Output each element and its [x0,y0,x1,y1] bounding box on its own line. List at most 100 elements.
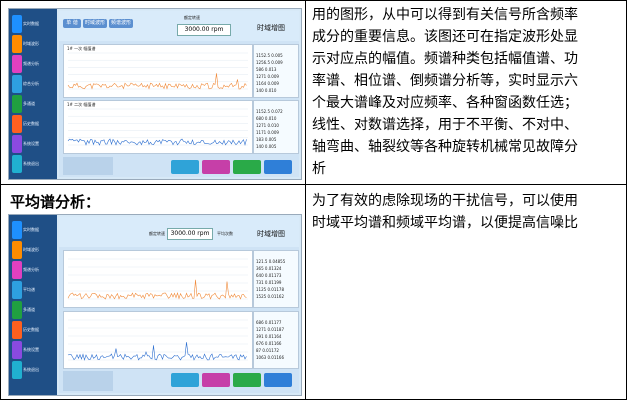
table-row-divider [0,184,627,185]
sidebar-label-1: 时域波形 [23,41,39,46]
avg-label: 平均次数 [217,231,233,236]
button-2-3[interactable] [233,373,261,387]
peak-row: 640 0.01173 [256,273,282,278]
peak-row: 680 0.010 [256,116,277,121]
peak-row: 1152.5 0.005 [256,53,283,58]
spectrum-trace [67,342,247,361]
peak-row: 87 0.01172 [256,348,279,353]
screenshot-top-bar-2: 额定转速 3000.00 rpm 平均次数 时域增图 [59,217,299,247]
screenshot-main: 单 谐 时域波形 频谱波形 额定转速 3000.00 rpm 时域增图 1# 一… [59,11,299,177]
peak-table-lower: 1152.5 0.072 680 0.010 1271 0.010 1171 0.00… [253,100,299,154]
sidebar-label-0: 实时数据 [23,21,39,26]
sidebar-label-5: 历史数据 [23,121,39,126]
sidebar-icon-5[interactable] [12,115,22,133]
peak-row: 1171 0.009 [256,130,279,135]
sidebar-label-3: 平均谱 [23,287,35,292]
sidebar-label-4: 多通道 [23,101,35,106]
sidebar-icon-1[interactable] [12,241,22,259]
peak-row: 676 0.01166 [256,341,282,346]
sidebar-label-2: 频谱分析 [23,61,39,66]
mode-title: 时域增图 [257,24,285,32]
table-border-left [0,0,1,400]
sidebar-icon-3[interactable] [12,75,22,93]
screenshot-main-2: 额定转速 3000.00 rpm 平均次数 时域增图 121.5 0.04855… [59,217,299,393]
spectrum-trace [67,279,247,300]
peak-row: 586 0.013 [256,67,277,72]
sidebar-icon-6[interactable] [12,341,22,359]
average-spectrum-screenshot: 实时数据 时域波形 频谱分析 平均谱 多通道 历史数据 系统设置 系统退出 额定转速 3000… [8,214,302,396]
peak-row: 365 0.01324 [256,266,282,271]
sidebar-icon-5[interactable] [12,321,22,339]
tab-single[interactable]: 单 谐 [63,19,81,28]
peak-row: 140 0.005 [256,144,277,149]
sidebar-icon-2[interactable] [12,261,22,279]
sidebar-icon-0[interactable] [12,221,22,239]
peak-table-upper: 1152.5 0.005 1256.5 0.009 586 0.013 1271 0.… [253,44,299,98]
sidebar-icon-7[interactable] [12,361,22,379]
speed-value-2: 3000.00 rpm [167,228,213,240]
sidebar-label-0: 实时数据 [23,227,39,232]
sidebar-label-2: 频谱分析 [23,267,39,272]
plot-upper: 1# 一次 幅值谱 [63,44,253,98]
tab-time-wave[interactable]: 时域波形 [83,19,107,28]
peak-table-lower-2: 686 0.01177 1271 0.01187 391 0.01164 676 0.… [253,311,299,369]
peak-row: 121.5 0.04855 [256,259,286,264]
plot-lower-svg [67,108,248,146]
sidebar-label-6: 系统设置 [23,141,39,146]
button-3[interactable] [233,160,261,174]
peak-table-upper-2: 121.5 0.04855 365 0.01324 640 0.01173 731 0… [253,250,299,308]
peak-row: 1271 0.009 [256,74,279,79]
button-2-1[interactable] [171,373,199,387]
table-border-top [0,0,627,1]
peak-row: 1152.5 0.072 [256,109,283,114]
row1-description: 用的图形，从中可以得到有关信号所含频率 成分的重要信息。该图还可在指定波形处显 … [312,7,578,177]
peak-row: 686 0.01177 [256,320,282,325]
spectrum-trace [67,138,247,146]
button-2[interactable] [202,160,230,174]
spectrum-trace [67,73,247,90]
mode-title-2: 时域增图 [257,230,285,238]
sidebar-label-7: 系统退出 [23,367,39,372]
peak-row: 1256.5 0.009 [256,60,283,65]
screenshot-sidebar: 实时数据时域波形频谱分析综合分析多通道历史数据系统设置系统退出 [9,9,57,179]
plot-upper-svg [67,52,248,90]
plot-lower-2-svg [67,319,248,361]
sidebar-icon-3[interactable] [12,281,22,299]
speed-label-2: 额定转速 [149,231,165,236]
plot-upper-2-svg [67,258,248,300]
peak-row: 731 0.01199 [256,280,282,285]
speed-value: 3000.00 rpm [177,24,231,36]
row2-description: 为了有效的虑除现场的干扰信号，可以使用 时域平均谱和频域平均谱，以便提高信噪比 [312,193,578,231]
tab-spectrum-wave[interactable]: 频谱波形 [109,19,133,28]
button-1[interactable] [171,160,199,174]
peak-row: 391 0.01164 [256,334,282,339]
bottom-info-panel [63,157,113,175]
spectrum-screenshot: 实时数据 时域波形 频谱分析 综合分析 多通道 历史数据 系统设置 系统退出 单 谐 时域波形… [8,8,302,180]
sidebar-label-6: 系统设置 [23,347,39,352]
button-2-2[interactable] [202,373,230,387]
sidebar-icon-7[interactable] [12,155,22,173]
sidebar-icon-0[interactable] [12,15,22,33]
row2-heading: 平均谱分析： [10,193,101,211]
screenshot-top-bar: 单 谐 时域波形 频谱波形 额定转速 3000.00 rpm 时域增图 [59,11,299,41]
plot-lower: 1# 二次 幅值谱 [63,100,253,154]
sidebar-icon-4[interactable] [12,95,22,113]
button-4[interactable] [264,160,292,174]
screenshot-sidebar-2: 实时数据 时域波形 频谱分析 平均谱 多通道 历史数据 系统设置 系统退出 [9,215,57,395]
table-column-divider [305,0,306,400]
sidebar-label-4: 多通道 [23,307,35,312]
sidebar-icon-6[interactable] [12,135,22,153]
sidebar-label-3: 综合分析 [23,81,39,86]
peak-row: 1125 0.01178 [256,287,284,292]
sidebar-icon-1[interactable] [12,35,22,53]
peak-row: 183 0.005 [256,137,277,142]
peak-row: 140 0.010 [256,88,277,93]
plot-lower-2 [63,311,253,369]
bottom-info-panel-2 [63,371,113,391]
sidebar-icon-2[interactable] [12,55,22,73]
peak-row: 1063 0.01166 [256,355,284,360]
sidebar-label-7: 系统退出 [23,161,39,166]
button-2-4[interactable] [264,373,292,387]
sidebar-icon-4[interactable] [12,301,22,319]
sidebar-label-5: 历史数据 [23,327,39,332]
